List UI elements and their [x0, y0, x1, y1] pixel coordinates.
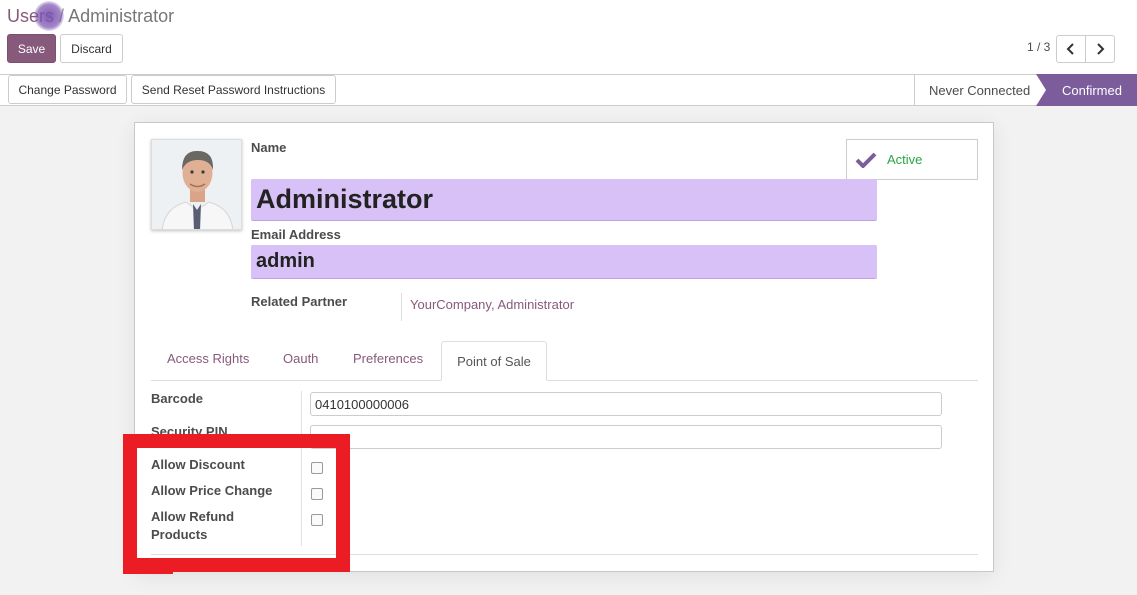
breadcrumb-current: Administrator [68, 6, 175, 26]
active-label: Active [887, 152, 923, 167]
form-sheet: Active Name Administrator Email Address … [134, 122, 994, 572]
control-panel: Users / Administrator Save Discard 1 / 3 [0, 0, 1137, 74]
barcode-input[interactable]: 0410100000006 [310, 392, 942, 416]
security-pin-input[interactable] [310, 425, 942, 449]
tab-access-rights[interactable]: Access Rights [167, 351, 249, 366]
save-button[interactable]: Save [7, 34, 56, 63]
related-partner-link[interactable]: YourCompany, Administrator [410, 297, 574, 312]
email-label: Email Address [251, 227, 341, 242]
security-pin-label: Security PIN [151, 424, 228, 439]
highlight-annotation-tail [123, 560, 173, 574]
field-divider [401, 293, 402, 321]
allow-price-change-label: Allow Price Change [151, 483, 273, 498]
change-password-button[interactable]: Change Password [8, 75, 127, 104]
email-input[interactable]: admin [251, 245, 877, 279]
pager-next-button[interactable] [1085, 35, 1115, 63]
tabs-divider [151, 380, 978, 381]
tab-point-of-sale[interactable]: Point of Sale [441, 341, 547, 381]
checkmark-icon [855, 152, 877, 168]
allow-refund-label-line1: Allow Refund [151, 509, 235, 524]
send-reset-password-button[interactable]: Send Reset Password Instructions [131, 75, 336, 104]
status-never-connected[interactable]: Never Connected [914, 74, 1044, 106]
field-divider [301, 391, 302, 546]
name-label: Name [251, 140, 287, 155]
form-header: Change Password Send Reset Password Inst… [0, 74, 1137, 106]
discard-button[interactable]: Discard [60, 34, 123, 63]
allow-discount-checkbox[interactable] [311, 462, 323, 474]
section-divider [151, 554, 978, 555]
tab-oauth[interactable]: Oauth [283, 351, 318, 366]
mouse-cursor-indicator [34, 1, 64, 31]
user-avatar[interactable] [151, 139, 242, 230]
allow-refund-label-line2: Products [151, 527, 208, 542]
status-confirmed[interactable]: Confirmed [1036, 74, 1137, 106]
active-toggle-button[interactable]: Active [846, 139, 978, 180]
avatar-photo-icon [152, 140, 241, 229]
breadcrumb: Users / Administrator [7, 6, 174, 27]
related-partner-label: Related Partner [251, 294, 348, 309]
chevron-right-icon [1097, 43, 1105, 55]
pager-value[interactable]: 1 / 3 [1027, 40, 1050, 54]
allow-price-change-checkbox[interactable] [311, 488, 323, 500]
name-input[interactable]: Administrator [251, 179, 877, 221]
barcode-label: Barcode [151, 391, 204, 406]
tab-preferences[interactable]: Preferences [353, 351, 423, 366]
pager-previous-button[interactable] [1056, 35, 1086, 63]
allow-discount-label: Allow Discount [151, 457, 245, 472]
chevron-left-icon [1066, 43, 1074, 55]
allow-refund-checkbox[interactable] [311, 514, 323, 526]
